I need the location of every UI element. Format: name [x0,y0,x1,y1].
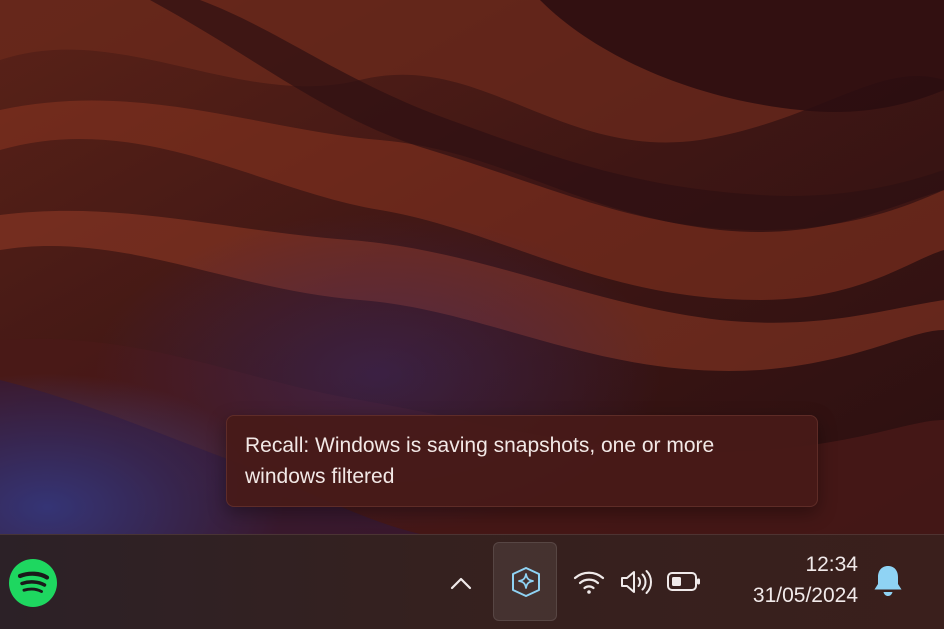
clock-time: 12:34 [805,553,858,576]
bell-icon [874,566,902,596]
show-hidden-icons-button[interactable] [446,569,476,597]
spotify-icon [9,559,57,607]
clock-button[interactable]: 12:34 31/05/2024 [716,549,858,611]
volume-tray-button[interactable] [619,567,655,602]
battery-icon [667,572,700,591]
recall-tray-button[interactable] [493,542,557,621]
recall-tooltip-text: Recall: Windows is saving snapshots, one… [245,434,715,488]
recall-tooltip: Recall: Windows is saving snapshots, one… [226,415,818,507]
taskbar: 12:34 31/05/2024 [0,534,944,629]
clock-date: 31/05/2024 [752,584,858,607]
wifi-icon [573,571,605,594]
network-tray-button[interactable] [572,567,606,602]
chevron-up-icon [450,577,472,590]
battery-tray-button[interactable] [666,569,704,600]
volume-icon [621,570,652,594]
recall-icon [512,567,540,597]
notifications-button[interactable] [871,563,905,604]
spotify-taskbar-button[interactable] [9,559,57,607]
desktop-screen: Recall: Windows is saving snapshots, one… [0,0,944,629]
